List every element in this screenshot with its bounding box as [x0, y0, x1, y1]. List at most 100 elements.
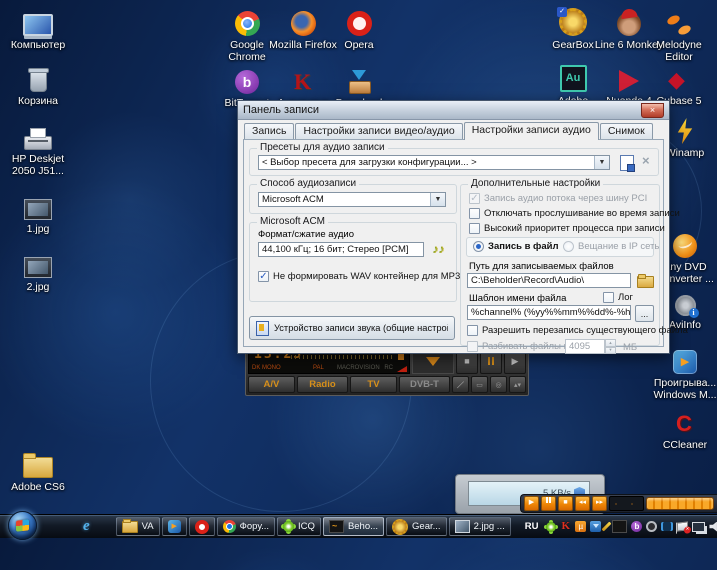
chrome-icon	[222, 520, 236, 533]
format-label: Формат/сжатие аудио	[258, 229, 354, 240]
pci-stream-checkbox[interactable]: Запись аудио потока через шину PCI	[469, 193, 647, 204]
icon-label: Корзина	[18, 95, 58, 107]
taskbar-button-opera[interactable]	[188, 517, 215, 536]
allow-overwrite-checkbox[interactable]: Разрешить перезапись существующего файла	[467, 325, 688, 336]
settings-wrench-button[interactable]: ／	[452, 376, 469, 393]
channel-updown-button[interactable]: ▴▾	[509, 376, 526, 393]
tab-video-audio-settings[interactable]: Настройки записи видео/аудио	[295, 123, 463, 139]
audio-method-combobox[interactable]: Microsoft ACM ▼	[258, 192, 446, 207]
kaspersky-tray-icon[interactable]	[560, 521, 571, 532]
timer-icon: ◎	[495, 381, 502, 389]
desktop-icon-opera[interactable]: Opera	[322, 6, 396, 51]
browse-folder-icon[interactable]	[637, 274, 654, 288]
bittorrent-tray-icon[interactable]	[631, 521, 643, 532]
icon-label: Компьютер	[10, 39, 66, 51]
desktop-icon-recycle-bin[interactable]: Корзина	[1, 62, 75, 107]
taskbar-button-icq[interactable]: ICQ	[277, 517, 321, 536]
audio-format-notes-icon[interactable]: ♪♪	[432, 242, 444, 256]
high-priority-checkbox[interactable]: Высокий приоритет процесса при записи	[469, 223, 665, 234]
desktop-icon-2jpg[interactable]: 2.jpg	[1, 248, 75, 293]
player-progress-bar[interactable]	[646, 497, 714, 510]
taskbar-button-wmp[interactable]	[161, 517, 187, 536]
recycle-bin-icon	[27, 68, 49, 92]
sound-device-button[interactable]: Устройство записи звука (общие настройки…	[249, 316, 455, 340]
speaker-icon[interactable]	[709, 521, 717, 532]
player-prev-button[interactable]: ◂◂	[575, 496, 590, 511]
source-av-button[interactable]: A/V	[248, 376, 295, 393]
preset-group: Пресеты для аудио записи < Выбор пресета…	[249, 142, 659, 176]
desktop-icon-adobe-cs6[interactable]: Adobe CS6	[1, 448, 75, 493]
preset-combobox[interactable]: < Выбор пресета для загрузки конфигураци…	[258, 155, 610, 170]
radio-icon	[563, 241, 574, 252]
start-button[interactable]	[8, 510, 37, 540]
nuendo-icon	[619, 70, 639, 92]
tab-audio-settings[interactable]: Настройки записи аудио	[463, 122, 599, 140]
icon-label: Opera	[344, 39, 374, 51]
image-file-icon	[454, 520, 470, 533]
recorder-tray-icon[interactable]	[646, 521, 658, 532]
tab-page: Пресеты для аудио записи < Выбор пресета…	[243, 139, 688, 354]
timer-button[interactable]: ◎	[490, 376, 507, 393]
taskbar-buttons: VA Фору... ICQ Beho... Gear... 2.jpg ...	[115, 517, 511, 536]
behold-tv-tray-icon[interactable]	[612, 520, 628, 533]
pen-tray-icon[interactable]	[602, 521, 612, 532]
action-center-flag-icon[interactable]	[677, 521, 689, 532]
delete-preset-icon[interactable]: ×	[642, 153, 650, 168]
player-stop-button[interactable]: ■	[558, 496, 573, 511]
record-to-file-radio[interactable]: Запись в файл	[473, 241, 559, 252]
taskbar-button-gearbox[interactable]: Gear...	[386, 517, 447, 536]
audio-mode-label: DK MONO	[252, 365, 281, 371]
desktop-icon-ccleaner[interactable]: CCleaner	[648, 406, 717, 451]
utorrent-tray-icon[interactable]	[575, 521, 587, 532]
taskbar-button-chrome-forum[interactable]: Фору...	[216, 517, 276, 536]
split-size-spinner[interactable]: 4095 ▲ ▼	[565, 339, 616, 354]
format-field[interactable]: 44,100 кГц; 16 бит; Стерео [PCM]	[258, 242, 424, 257]
tab-record[interactable]: Запись	[244, 123, 295, 139]
binoculars-tray-icon[interactable]	[661, 522, 674, 531]
stop-icon: ■	[464, 356, 470, 366]
log-checkbox[interactable]: Лог	[603, 292, 633, 303]
desktop-icon-melodyne[interactable]: Melodyne Editor	[642, 6, 716, 63]
recording-panel-dialog: Панель записи × Запись Настройки записи …	[237, 100, 688, 354]
mute-monitoring-checkbox[interactable]: Отключать прослушивание во время записи	[469, 208, 680, 219]
template-more-button[interactable]: ...	[635, 305, 654, 322]
split-files-checkbox[interactable]: Разбивать файлы по	[467, 341, 574, 352]
spin-down-icon[interactable]: ▼	[605, 346, 616, 354]
source-tv-button[interactable]: TV	[350, 376, 397, 393]
desktop-icon-computer[interactable]: Компьютер	[1, 6, 75, 51]
checkbox-icon	[469, 208, 480, 219]
language-indicator[interactable]: RU	[525, 521, 539, 532]
taskbar-button-image-viewer[interactable]: 2.jpg ...	[448, 517, 511, 536]
close-button[interactable]: ×	[641, 102, 664, 118]
checkbox-icon	[467, 341, 478, 352]
computer-icon	[23, 14, 53, 36]
source-radio-button[interactable]: Radio	[296, 376, 348, 393]
opera-icon	[194, 519, 209, 534]
taskbar-button-va-folder[interactable]: VA	[115, 517, 160, 536]
player-pause-button[interactable]	[541, 496, 556, 511]
icq-tray-icon[interactable]	[546, 521, 557, 532]
spin-up-icon[interactable]: ▲	[605, 339, 616, 347]
desktop-icon-hp-printer[interactable]: HP Deskjet 2050 J51...	[1, 120, 75, 177]
no-wav-container-checkbox[interactable]: Не формировать WAV контейнер для MP3	[258, 271, 460, 282]
tab-snapshot[interactable]: Снимок	[599, 123, 653, 139]
taskbar-button-behold[interactable]: Beho...	[322, 517, 385, 536]
ip-broadcast-radio[interactable]: Вещание в IP сеть	[563, 241, 659, 252]
player-play-button[interactable]: ▶	[524, 496, 539, 511]
source-dvbt-button[interactable]: DVB-T	[398, 376, 450, 393]
screen-mode-button[interactable]: ▭	[471, 376, 488, 393]
player-next-button[interactable]: ▸▸	[592, 496, 607, 511]
icon-label: 2.jpg	[26, 281, 50, 293]
download-icon	[347, 70, 371, 94]
folder-icon	[23, 453, 53, 478]
network-icon[interactable]	[692, 521, 706, 532]
save-preset-icon[interactable]	[620, 155, 635, 172]
record-path-field[interactable]: C:\Beholder\Record\Audio\	[467, 273, 631, 288]
icon-label: Adobe CS6	[11, 481, 65, 493]
internet-explorer-icon[interactable]: e	[83, 518, 90, 535]
desktop-icon-1jpg[interactable]: 1.jpg	[1, 190, 75, 235]
filename-template-field[interactable]: %channel% (%yy%%mm%%dd%-%hh%%nn%	[467, 305, 631, 320]
taskbar: e VA Фору... ICQ Beho... Gear...	[0, 510, 717, 540]
download-master-tray-icon[interactable]	[590, 521, 602, 532]
dialog-titlebar[interactable]: Панель записи ×	[238, 101, 669, 120]
